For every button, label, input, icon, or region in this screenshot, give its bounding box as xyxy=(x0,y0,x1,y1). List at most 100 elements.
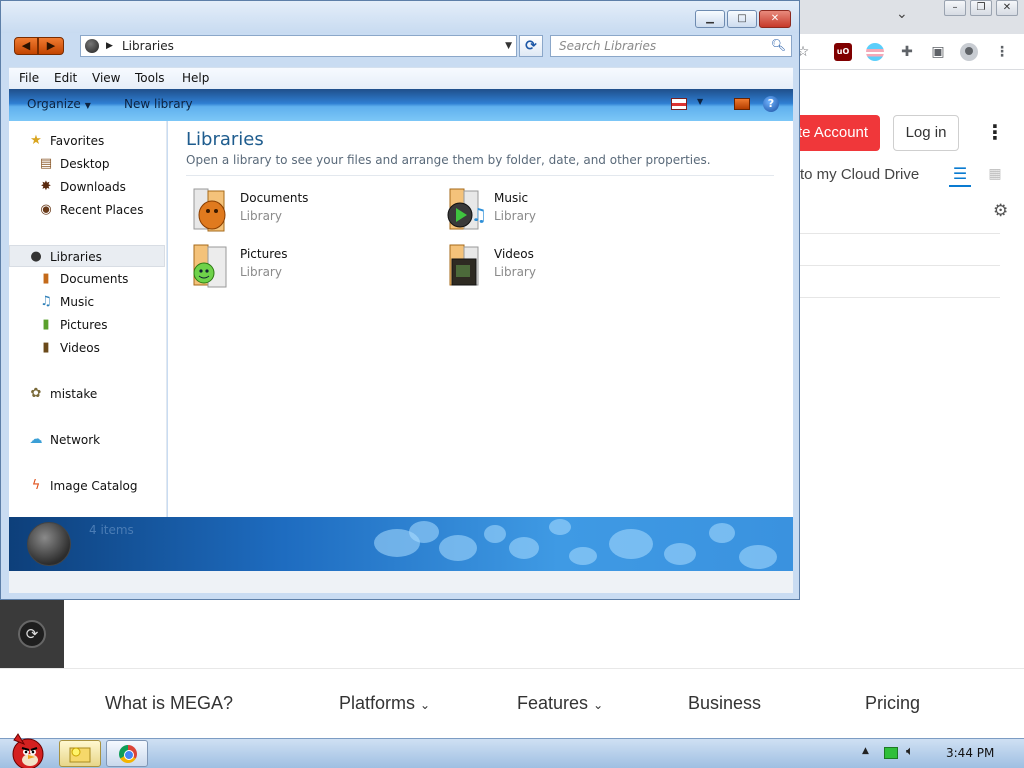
explorer-folder-icon xyxy=(69,747,91,763)
search-box[interactable]: 🔍︎ xyxy=(550,35,792,57)
taskbar-chrome-button[interactable] xyxy=(106,740,148,767)
sidebar-item-network[interactable]: ☁ Network xyxy=(9,429,165,451)
decorative-bokeh xyxy=(509,537,539,559)
profile-avatar-icon[interactable] xyxy=(960,43,978,61)
address-dropdown-icon[interactable]: ▼ xyxy=(505,38,512,54)
menu-help[interactable]: Help xyxy=(182,71,209,85)
sidebar-item-label: Favorites xyxy=(50,134,105,148)
libraries-globe-icon: ● xyxy=(30,249,42,264)
library-videos[interactable]: Videos Library xyxy=(440,243,660,291)
nav-platforms[interactable]: Platforms ⌄ xyxy=(339,693,430,714)
page-subtitle: Open a library to see your files and arr… xyxy=(186,153,711,167)
sidebar-item-label: Image Catalog xyxy=(50,479,138,493)
sidebar-item-homegroup[interactable]: ✿ mistake xyxy=(9,383,165,405)
volume-icon[interactable]: 🔈︎ xyxy=(906,744,914,759)
new-library-button[interactable]: New library xyxy=(124,97,193,111)
nav-platforms-label: Platforms xyxy=(339,693,416,713)
nav-features[interactable]: Features ⌄ xyxy=(517,693,603,714)
decorative-bokeh xyxy=(609,529,653,559)
preview-pane-icon[interactable] xyxy=(734,98,750,110)
address-bar[interactable]: ▶ Libraries ▼ xyxy=(80,35,517,57)
sidebar-item-videos[interactable]: ▮ Videos xyxy=(9,337,165,359)
login-button[interactable]: Log in xyxy=(893,115,959,151)
sync-icon[interactable]: ⟳ xyxy=(18,620,46,648)
tab-search-chevron-icon[interactable]: ⌄ xyxy=(896,6,908,22)
pictures-library-icon xyxy=(193,244,227,288)
chrome-icon xyxy=(119,745,137,763)
cloud-drive-link[interactable]: to my Cloud Drive xyxy=(800,166,919,183)
nav-what-is-mega[interactable]: What is MEGA? xyxy=(105,693,233,714)
library-name: Music xyxy=(494,191,529,205)
library-music[interactable]: ♫ Music Library xyxy=(440,187,660,235)
network-status-icon[interactable] xyxy=(884,747,898,759)
sidebar-item-favorites[interactable]: ★ Favorites xyxy=(9,130,165,152)
chevron-down-icon: ▼ xyxy=(84,101,91,110)
menu-edit[interactable]: Edit xyxy=(54,71,77,85)
homegroup-icon: ✿ xyxy=(30,386,42,401)
network-icon: ☁ xyxy=(29,432,43,447)
decorative-bokeh xyxy=(739,545,777,569)
menu-bar: File Edit View Tools Help xyxy=(9,67,793,89)
sidebar-item-pictures[interactable]: ▮ Pictures xyxy=(9,314,165,336)
nav-pricing[interactable]: Pricing xyxy=(865,693,920,714)
menu-tools[interactable]: Tools xyxy=(135,71,165,85)
refresh-button[interactable]: ⟳ xyxy=(519,35,543,57)
image-catalog-icon: ϟ xyxy=(31,478,41,493)
divider xyxy=(800,265,1000,266)
forward-button[interactable]: ▶ xyxy=(38,37,64,55)
sidebar-item-recent-places[interactable]: ◉ Recent Places xyxy=(9,199,165,221)
nav-business[interactable]: Business xyxy=(688,693,761,714)
documents-library-icon: ▮ xyxy=(42,271,50,286)
browser-close-button[interactable]: ✕ xyxy=(996,0,1018,16)
downloads-icon: ✸ xyxy=(40,179,52,194)
ublock-extension-icon[interactable]: uO xyxy=(834,43,852,61)
list-view-icon[interactable]: ☰ xyxy=(949,165,971,187)
show-hidden-icons-icon[interactable]: ▲ xyxy=(862,746,869,756)
chevron-down-icon: ⌄ xyxy=(593,698,604,712)
close-button[interactable]: ✕ xyxy=(759,10,791,28)
maximize-button[interactable]: □ xyxy=(727,10,757,28)
sidebar-item-desktop[interactable]: ▤ Desktop xyxy=(9,153,165,175)
menu-file[interactable]: File xyxy=(19,71,39,85)
change-view-icon[interactable] xyxy=(671,98,687,110)
sidebar-item-documents[interactable]: ▮ Documents xyxy=(9,268,165,290)
browser-minimize-button[interactable]: – xyxy=(944,0,966,16)
grid-view-icon[interactable]: ▦ xyxy=(986,165,1004,183)
chevron-down-icon: ⌄ xyxy=(420,698,431,712)
start-button-angry-bird-icon[interactable] xyxy=(4,730,48,768)
side-panel-icon[interactable]: ▣ xyxy=(929,43,947,61)
sidebar-item-downloads[interactable]: ✸ Downloads xyxy=(9,176,165,198)
breadcrumb-arrow-icon[interactable]: ▶ xyxy=(106,38,113,54)
search-icon[interactable]: 🔍︎ xyxy=(771,38,786,52)
item-count: 4 items xyxy=(89,523,134,537)
sidebar-item-image-catalog[interactable]: ϟ Image Catalog xyxy=(9,475,165,497)
view-options-chevron-icon[interactable]: ▼ xyxy=(697,97,703,106)
browser-restore-button[interactable]: ❐ xyxy=(970,0,992,16)
settings-gear-icon[interactable]: ⚙ xyxy=(993,201,1008,221)
sidebar-item-music[interactable]: ♫ Music xyxy=(9,291,165,313)
help-icon[interactable]: ? xyxy=(763,96,779,112)
taskbar-clock[interactable]: 3:44 PM xyxy=(946,746,994,760)
browser-menu-icon[interactable]: ⋮ xyxy=(993,43,1011,61)
library-documents[interactable]: Documents Library xyxy=(186,187,406,235)
more-options-icon[interactable]: ⋮ xyxy=(985,122,1005,142)
mega-main-nav: What is MEGA? Platforms ⌄ Features ⌄ Bus… xyxy=(0,668,1024,738)
command-bar: Organize ▼ New library ▼ ? xyxy=(9,89,793,121)
back-button[interactable]: ◀ xyxy=(14,37,38,55)
explorer-titlebar[interactable]: ▁ □ ✕ xyxy=(1,1,799,33)
sidebar-item-libraries[interactable]: ● Libraries xyxy=(9,245,165,267)
flag-extension-icon[interactable] xyxy=(866,43,884,61)
address-text[interactable]: Libraries xyxy=(122,39,174,53)
taskbar-explorer-button[interactable] xyxy=(59,740,101,767)
minimize-button[interactable]: ▁ xyxy=(695,10,725,28)
library-pictures[interactable]: Pictures Library xyxy=(186,243,406,291)
menu-view[interactable]: View xyxy=(92,71,120,85)
library-name: Documents xyxy=(240,191,309,205)
search-input[interactable] xyxy=(559,39,759,53)
libraries-content: Libraries Open a library to see your fil… xyxy=(168,121,793,517)
organize-button[interactable]: Organize ▼ xyxy=(27,97,91,111)
explorer-window-controls: ▁ □ ✕ xyxy=(695,10,791,28)
library-name: Pictures xyxy=(240,247,288,261)
decorative-bokeh xyxy=(709,523,735,543)
extensions-puzzle-icon[interactable]: ✚ xyxy=(898,43,916,61)
